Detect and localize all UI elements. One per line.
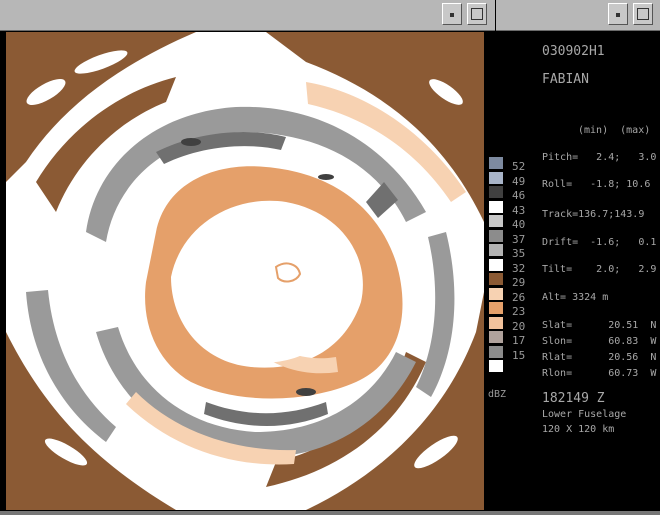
legend-label: 15	[512, 348, 526, 362]
maximize-icon	[471, 8, 483, 20]
radar-plot	[6, 32, 484, 510]
track-readout: Track=136.7;143.9	[542, 209, 645, 220]
legend-label: 35	[512, 247, 526, 260]
maximize-button[interactable]	[467, 3, 487, 25]
storm-name: FABIAN	[542, 72, 589, 87]
legend-label: 29	[512, 276, 526, 289]
tilt-readout: Tilt= 2.0; 2.9	[542, 264, 657, 275]
legend-label: 40	[512, 218, 526, 231]
legend-swatch	[489, 287, 503, 300]
legend-swatch	[489, 157, 503, 169]
legend-swatch	[489, 302, 503, 314]
legend-swatch	[489, 360, 503, 372]
legend-label: 52	[512, 160, 526, 173]
legend-swatch	[489, 316, 503, 329]
legend-swatch	[489, 171, 503, 184]
legend-label: 46	[512, 189, 526, 202]
window-bottom-edge	[0, 511, 660, 515]
info-window-titlebar[interactable]	[496, 0, 660, 31]
pitch-readout: Pitch= 2.4; 3.0	[542, 152, 657, 163]
legend-swatch	[489, 273, 503, 285]
legend-label: 32	[512, 261, 526, 275]
legend-swatch	[489, 331, 503, 343]
drift-readout: Drift= -1.6; 0.1	[542, 237, 657, 248]
legend-label: 49	[512, 174, 526, 188]
legend-label: 26	[512, 290, 526, 304]
slat-readout: Slat= 20.51 N	[542, 320, 657, 331]
legend-label: 23	[512, 305, 526, 318]
legend-label: 43	[512, 203, 526, 217]
time-readout: 182149 Z	[542, 391, 605, 406]
legend-label: 17	[512, 334, 526, 347]
legend-swatch	[489, 258, 503, 271]
iconify-icon	[450, 13, 454, 17]
info-iconify-button[interactable]	[608, 3, 628, 25]
legend-swatch	[489, 200, 503, 213]
legend-unit: dBZ	[488, 389, 507, 400]
legend-swatch	[489, 215, 503, 227]
range-readout: 120 X 120 km	[542, 424, 615, 435]
minmax-header: (min) (max)	[578, 125, 651, 136]
flight-id: 030902H1	[542, 44, 605, 59]
info-maximize-button[interactable]	[633, 3, 653, 25]
rlat-readout: Rlat= 20.56 N	[542, 352, 657, 363]
legend-swatch	[489, 244, 503, 256]
maximize-icon	[637, 8, 649, 20]
radar-window-titlebar[interactable]	[0, 0, 495, 31]
radar-name: Lower Fuselage	[542, 409, 627, 420]
rlon-readout: Rlon= 60.73 W	[542, 368, 657, 379]
iconify-icon	[616, 13, 620, 17]
altitude-readout: Alt= 3324 m	[542, 292, 609, 303]
legend-swatch	[489, 229, 503, 242]
radar-reflectivity-image	[6, 32, 484, 510]
legend-label: 20	[512, 319, 526, 333]
roll-readout: Roll= -1.8; 10.6	[542, 179, 651, 190]
legend-swatch	[489, 345, 503, 358]
slon-readout: Slon= 60.83 W	[542, 336, 657, 347]
legend-label: 37	[512, 232, 526, 246]
iconify-button[interactable]	[442, 3, 462, 25]
legend-swatch	[489, 186, 503, 198]
